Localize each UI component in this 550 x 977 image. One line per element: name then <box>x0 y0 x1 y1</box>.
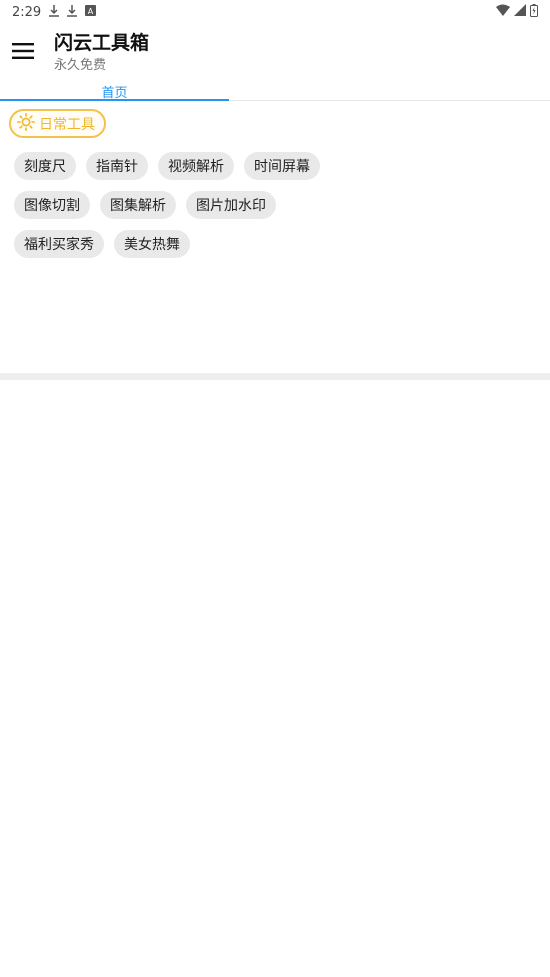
app-subtitle: 永久免费 <box>54 58 107 73</box>
tab-bar: 首页 <box>0 82 550 101</box>
title-group: 闪云工具箱 永久免费 <box>54 31 149 75</box>
tool-chip-grid: 刻度尺 指南针 视频解析 时间屏幕 图像切割 图集解析 图片加水印 福利买家秀 … <box>14 152 544 269</box>
signal-icon <box>514 4 526 20</box>
svg-text:A: A <box>88 7 94 16</box>
font-icon: A <box>85 5 97 19</box>
status-bar: 2:29 A <box>0 0 550 24</box>
tool-chip-dance[interactable]: 美女热舞 <box>114 230 190 258</box>
wifi-icon <box>496 4 510 20</box>
chip-row: 图像切割 图集解析 图片加水印 <box>14 191 544 220</box>
tool-chip-time-screen[interactable]: 时间屏幕 <box>244 152 320 180</box>
download-icon <box>49 4 60 20</box>
status-left: 2:29 A <box>12 4 97 20</box>
chip-row: 福利买家秀 美女热舞 <box>14 230 544 259</box>
section-divider <box>0 373 550 380</box>
tool-chip-watermark[interactable]: 图片加水印 <box>186 191 276 219</box>
tool-chip-buyer-show[interactable]: 福利买家秀 <box>14 230 104 258</box>
category-daily-tools[interactable]: 日常工具 <box>9 109 106 138</box>
tool-chip-album-parse[interactable]: 图集解析 <box>100 191 176 219</box>
category-label: 日常工具 <box>39 116 95 133</box>
app-title: 闪云工具箱 <box>54 32 150 54</box>
app-bar: 闪云工具箱 永久免费 <box>0 24 550 82</box>
menu-button[interactable] <box>0 30 46 76</box>
tab-indicator <box>0 99 229 101</box>
status-right <box>496 3 538 21</box>
tool-chip-video-parse[interactable]: 视频解析 <box>158 152 234 180</box>
battery-icon <box>530 3 538 21</box>
tool-chip-compass[interactable]: 指南针 <box>86 152 148 180</box>
sun-icon <box>17 112 36 135</box>
download-icon <box>67 4 78 20</box>
tool-chip-image-cut[interactable]: 图像切割 <box>14 191 90 219</box>
status-time: 2:29 <box>12 4 42 20</box>
hamburger-icon <box>12 43 34 63</box>
chip-row: 刻度尺 指南针 视频解析 时间屏幕 <box>14 152 544 181</box>
tool-chip-ruler[interactable]: 刻度尺 <box>14 152 76 180</box>
